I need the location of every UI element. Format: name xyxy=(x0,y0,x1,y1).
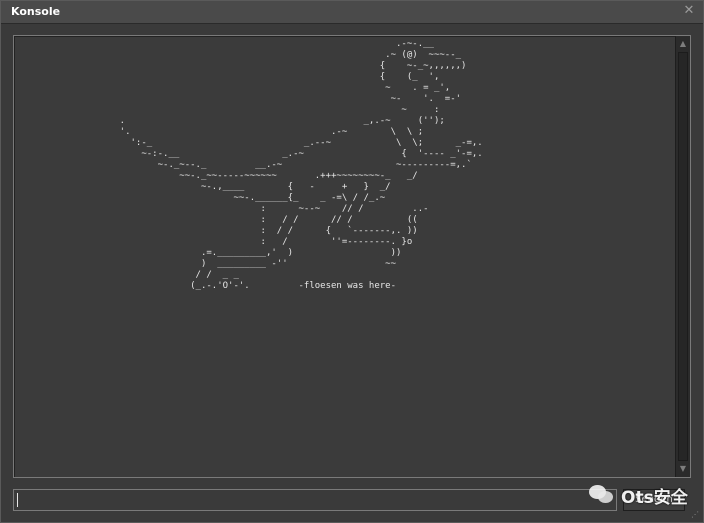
command-input[interactable] xyxy=(13,489,617,511)
scroll-down-icon[interactable]: ▼ xyxy=(676,463,690,475)
console-output-frame: .-~-.__ .~ (@) ~~~--_ { ~-_~,,,,,,) {(_… xyxy=(13,35,691,478)
vertical-scrollbar[interactable]: ▲ ▼ xyxy=(675,36,690,477)
window-title: Konsole xyxy=(11,5,61,18)
ascii-art-output: .-~-.__ .~ (@) ~~~--_ { ~-_~,,,,,,) {(_… xyxy=(119,39,483,291)
resize-grip-icon[interactable]: ⋰ xyxy=(691,510,700,519)
scroll-thumb[interactable] xyxy=(678,52,688,461)
title-bar[interactable]: Konsole ✕ xyxy=(1,1,703,24)
close-icon[interactable]: ✕ xyxy=(681,3,697,19)
konsole-window: Konsole ✕ .-~-.__ .~ (@) ~~~--_ {~-_~,,… xyxy=(0,0,704,523)
console-output: .-~-.__ .~ (@) ~~~--_ { ~-_~,,,,,,) {(_… xyxy=(14,36,676,477)
text-caret xyxy=(17,493,18,507)
scroll-up-icon[interactable]: ▲ xyxy=(676,38,690,50)
send-button[interactable]: Senden xyxy=(623,489,685,511)
